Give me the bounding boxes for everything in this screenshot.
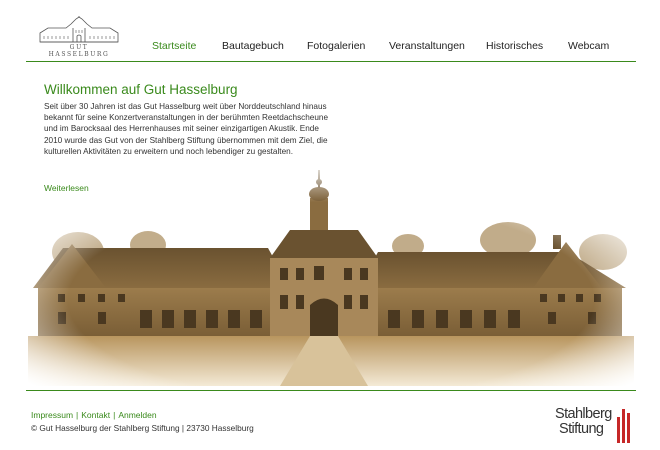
footer-divider [26,390,636,391]
footer-link-impressum[interactable]: Impressum [31,410,73,420]
nav-item-fotogalerien[interactable]: Fotogalerien [307,40,365,52]
footer-links: Impressum | Kontakt | Anmelden [31,410,157,420]
copyright-text: © Gut Hasselburg der Stahlberg Stiftung … [31,423,254,433]
nav-item-historisches[interactable]: Historisches [486,40,543,52]
sponsor-bars-icon [617,409,631,443]
footer-link-kontakt[interactable]: Kontakt [81,410,110,420]
manor-house-photo [28,160,634,386]
page-title: Willkommen auf Gut Hasselburg [44,82,238,97]
intro-paragraph: Seit über 30 Jahren ist das Gut Hasselbu… [44,102,329,156]
sponsor-name: Stahlberg [555,406,612,422]
nav-item-bautagebuch[interactable]: Bautagebuch [222,40,284,52]
header-divider [26,61,636,62]
stahlberg-stiftung-logo[interactable]: Stahlberg Stiftung [555,407,631,445]
main-navigation: Startseite Bautagebuch Fotogalerien Vera… [0,40,660,54]
footer-link-anmelden[interactable]: Anmelden [118,410,156,420]
sponsor-subtitle: Stiftung [559,421,604,437]
nav-item-veranstaltungen[interactable]: Veranstaltungen [389,40,465,52]
nav-item-startseite[interactable]: Startseite [152,40,196,52]
read-more-link[interactable]: Weiterlesen [44,183,89,193]
nav-item-webcam[interactable]: Webcam [568,40,609,52]
